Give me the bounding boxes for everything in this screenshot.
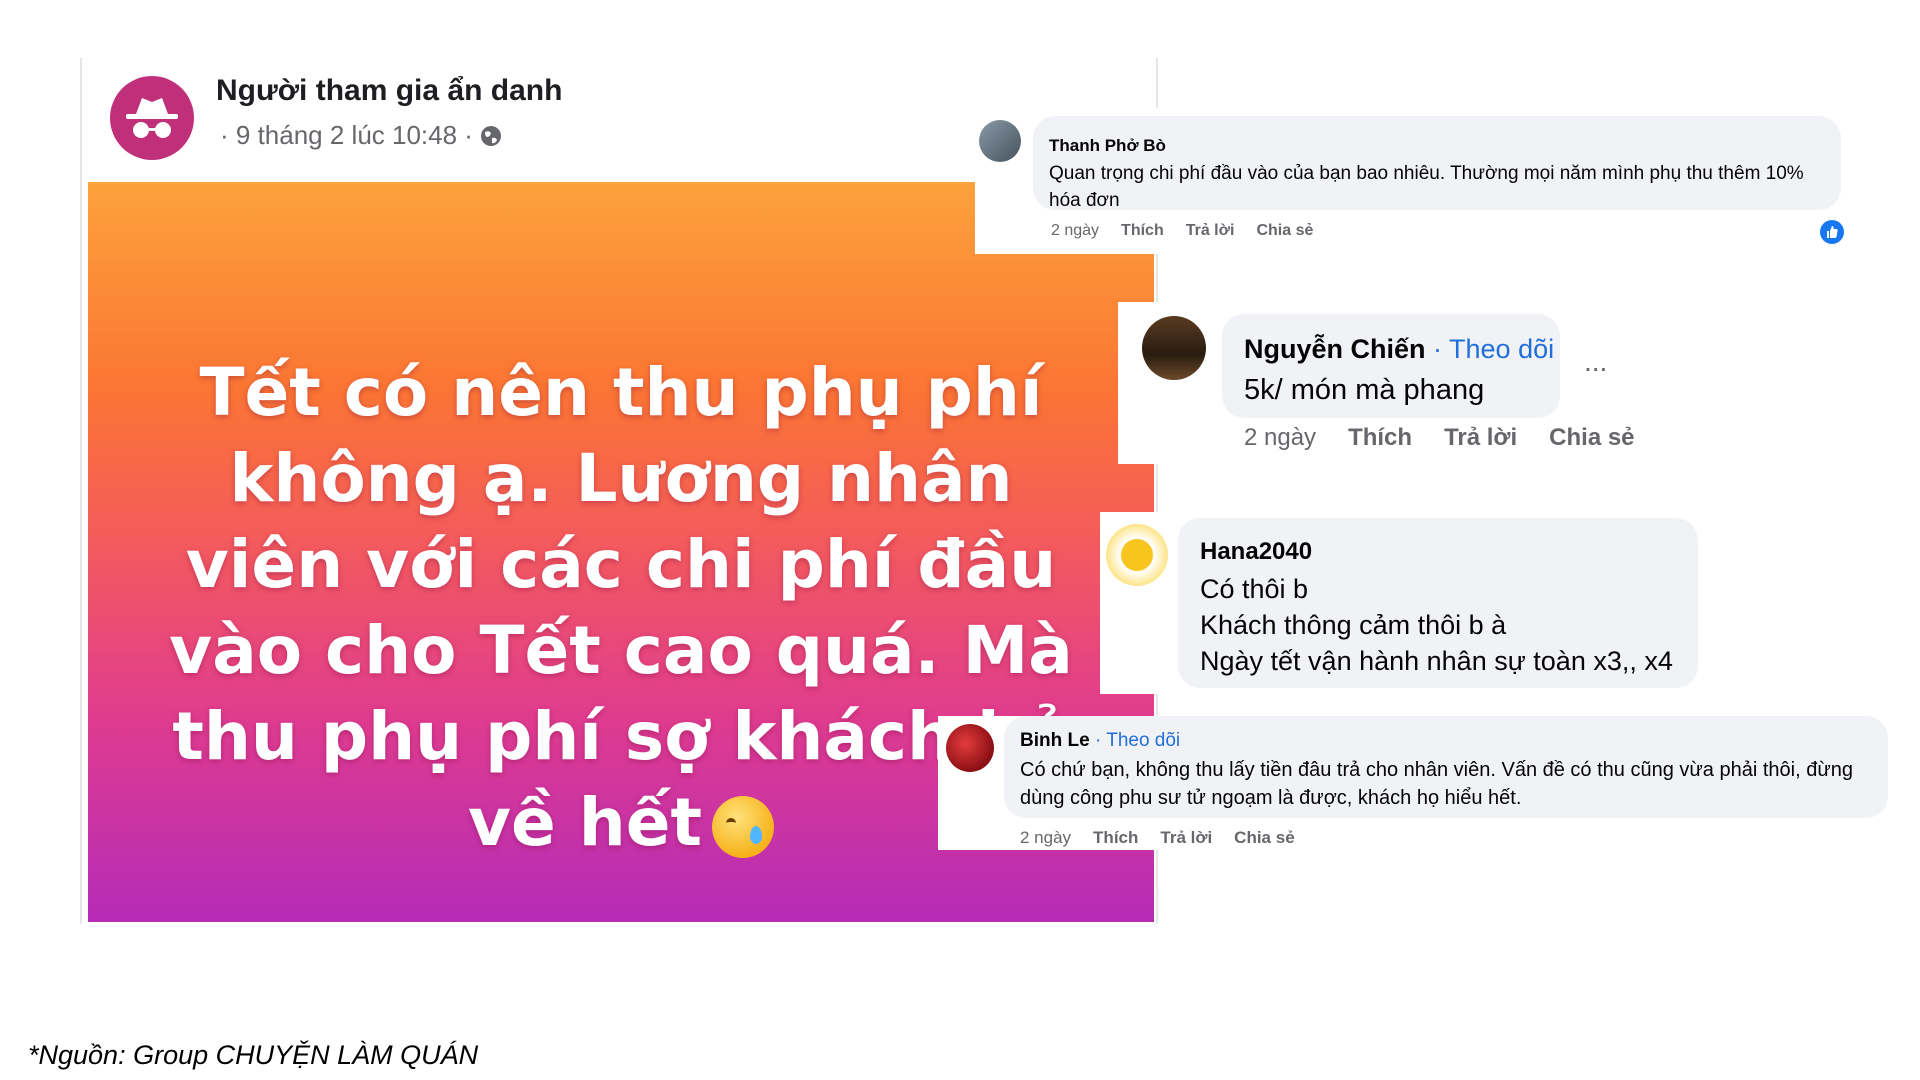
post-timestamp[interactable]: · 9 tháng 2 lúc 10:48 · xyxy=(220,120,473,151)
share-button[interactable]: Chia sẻ xyxy=(1234,828,1294,848)
share-button[interactable]: Chia sẻ xyxy=(1549,424,1634,452)
reply-button[interactable]: Trả lời xyxy=(1444,424,1517,452)
like-button[interactable]: Thích xyxy=(1093,828,1138,848)
comment-line-3: Ngày tết vận hành nhân sự toàn x3,, x4 xyxy=(1200,646,1673,676)
like-button[interactable]: Thích xyxy=(1121,222,1164,240)
thumbs-up-icon[interactable] xyxy=(1820,220,1844,244)
comment-bubble: Binh Le · Theo dõi Có chứ bạn, không thu… xyxy=(1004,716,1888,818)
source-caption: *Nguồn: Group CHUYỆN LÀM QUÁN xyxy=(28,1040,479,1070)
comment-bubble: Nguyễn Chiến · Theo dõi 5k/ món mà phang xyxy=(1222,314,1560,418)
comment-nguyen-chien: Nguyễn Chiến · Theo dõi 5k/ món mà phang… xyxy=(1118,302,1638,464)
comment-actions: 2 ngày Thích Trả lời Chia sẻ xyxy=(1051,222,1313,240)
sunflower-avatar[interactable] xyxy=(1106,524,1168,586)
comment-binh-le: Binh Le · Theo dõi Có chứ bạn, không thu… xyxy=(938,716,1890,850)
follow-link[interactable]: · Theo dõi xyxy=(1095,730,1180,751)
avatar[interactable] xyxy=(1142,316,1206,380)
comment-time[interactable]: 2 ngày xyxy=(1244,424,1316,452)
commenter-name-text[interactable]: Nguyễn Chiến xyxy=(1244,334,1426,364)
commenter-name: Nguyễn Chiến · Theo dõi xyxy=(1244,334,1554,365)
comment-line-2: Khách thông cảm thôi b à xyxy=(1200,610,1507,640)
avatar[interactable] xyxy=(946,724,994,772)
more-options-icon[interactable]: ... xyxy=(1584,346,1607,378)
commenter-name-text[interactable]: Binh Le xyxy=(1020,730,1090,751)
sad-tear-emoji-icon xyxy=(712,795,775,858)
comment-actions: 2 ngày Thích Trả lời Chia sẻ xyxy=(1020,828,1295,848)
like-button[interactable]: Thích xyxy=(1348,424,1412,452)
comment-thanh-pho-bo: Thanh Phở Bò Quan trọng chi phí đầu vào … xyxy=(975,108,1855,254)
follow-link[interactable]: · Theo dõi xyxy=(1433,334,1554,364)
comment-text: Có chứ bạn, không thu lấy tiền đâu trả c… xyxy=(1020,759,1853,809)
comment-time[interactable]: 2 ngày xyxy=(1020,828,1071,848)
comment-time[interactable]: 2 ngày xyxy=(1051,222,1099,240)
comment-hana2040: Hana2040 Có thôi b Khách thông cảm thôi … xyxy=(1100,512,1710,694)
comment-text: 5k/ món mà phang xyxy=(1244,374,1485,406)
globe-icon[interactable] xyxy=(479,124,503,148)
reply-button[interactable]: Trả lời xyxy=(1186,222,1235,240)
comment-bubble: Hana2040 Có thôi b Khách thông cảm thôi … xyxy=(1178,518,1698,688)
post-author[interactable]: Người tham gia ẩn danh xyxy=(216,74,562,108)
incognito-icon xyxy=(126,98,178,138)
comment-actions: 2 ngày Thích Trả lời Chia sẻ xyxy=(1244,424,1635,452)
anonymous-avatar[interactable] xyxy=(110,76,194,160)
avatar[interactable] xyxy=(979,120,1021,162)
post-meta: · 9 tháng 2 lúc 10:48 · xyxy=(220,120,503,151)
comment-line-1: Có thôi b xyxy=(1200,574,1309,604)
commenter-name[interactable]: Hana2040 xyxy=(1200,538,1312,566)
commenter-name[interactable]: Thanh Phở Bò xyxy=(1049,136,1166,156)
comment-text: Quan trọng chi phí đầu vào của bạn bao n… xyxy=(1049,163,1804,211)
reply-button[interactable]: Trả lời xyxy=(1160,828,1212,848)
comment-bubble: Thanh Phở Bò Quan trọng chi phí đầu vào … xyxy=(1033,116,1841,211)
commenter-name: Binh Le · Theo dõi xyxy=(1020,730,1180,752)
share-button[interactable]: Chia sẻ xyxy=(1256,222,1313,240)
